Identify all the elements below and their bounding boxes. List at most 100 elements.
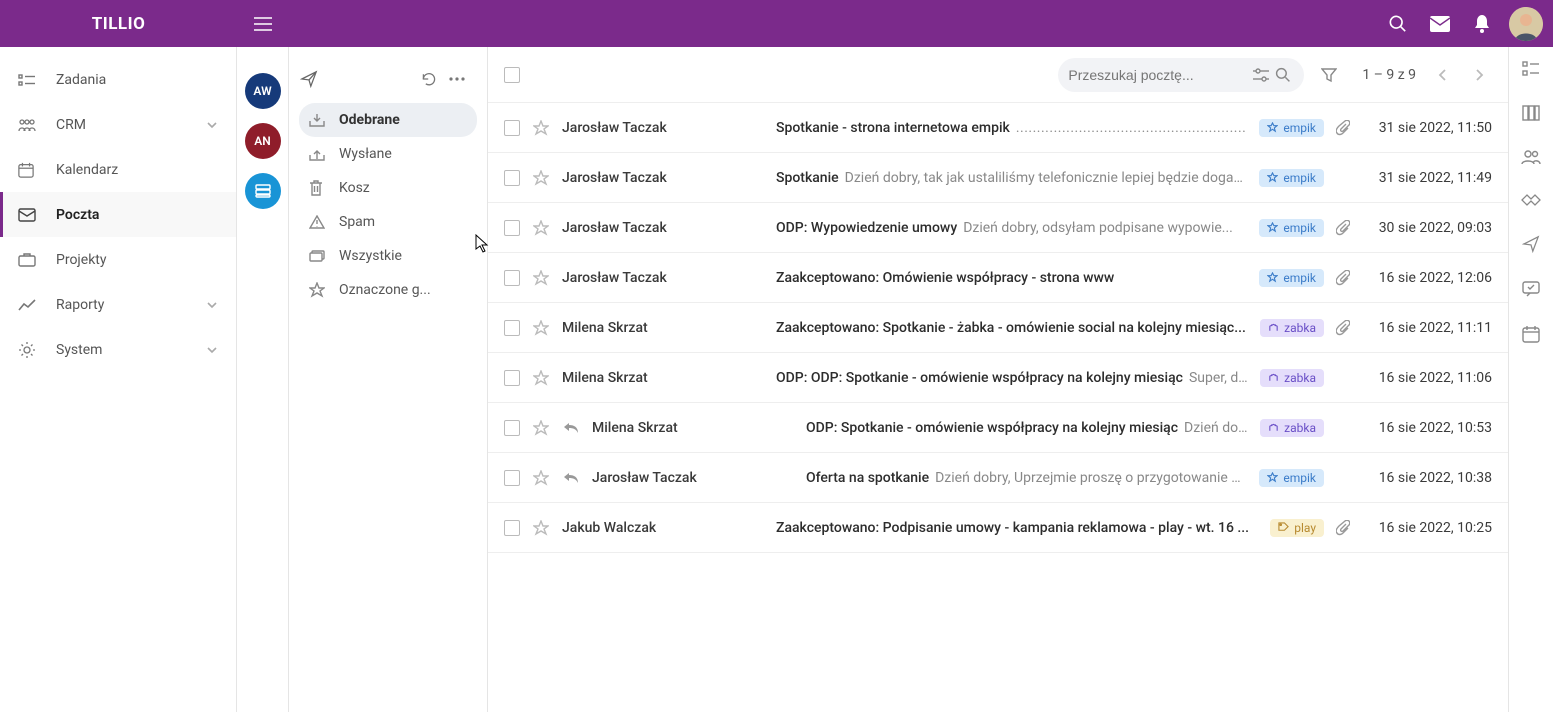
rail-contacts-button[interactable] [1521, 149, 1541, 165]
user-avatar[interactable] [1509, 7, 1543, 41]
sidebar-item-kalendarz[interactable]: Kalendarz [0, 147, 236, 192]
star-button[interactable] [532, 120, 550, 136]
search-input[interactable] [1068, 67, 1250, 83]
star-button[interactable] [532, 320, 550, 336]
subject-area: Spotkanie - strona internetowa empik ...… [776, 120, 1247, 136]
mail-row[interactable]: Jarosław Taczak Oferta na spotkanie Dzie… [488, 453, 1508, 503]
sidebar-item-projekty[interactable]: Projekty [0, 237, 236, 282]
tag-icon [1268, 373, 1280, 383]
rail-column-button[interactable] [1522, 105, 1540, 121]
star-button[interactable] [532, 470, 550, 486]
menu-toggle-button[interactable] [237, 17, 289, 31]
select-checkbox[interactable] [504, 170, 520, 186]
sidebar-item-zadania[interactable]: Zadania [0, 57, 236, 102]
star-button[interactable] [532, 220, 550, 236]
company-tag: play [1270, 519, 1324, 537]
mail-date: 31 sie 2022, 11:50 [1366, 120, 1492, 136]
mail-subject: ODP: Spotkanie - omówienie współpracy na… [806, 420, 1178, 436]
compose-button[interactable] [289, 70, 329, 88]
mail-sender: Jakub Walczak [562, 520, 764, 536]
company-tag: empik [1259, 169, 1324, 187]
search-settings-button[interactable] [1250, 68, 1272, 82]
folder-item[interactable]: Spam [299, 205, 477, 239]
sidebar-item-poczta[interactable]: Poczta [0, 192, 236, 237]
tag-label: empik [1283, 171, 1316, 185]
rail-calendar-button[interactable] [1522, 325, 1540, 343]
mail-date: 31 sie 2022, 11:49 [1366, 170, 1492, 186]
mail-row[interactable]: Jarosław Taczak Zaakceptowano: Omówienie… [488, 253, 1508, 303]
folder-item[interactable]: Odebrane [299, 103, 477, 137]
mail-subject: Zaakceptowano: Omówienie współpracy - st… [776, 270, 1114, 286]
header-notifications-button[interactable] [1461, 14, 1503, 34]
company-tag: zabka [1260, 369, 1324, 387]
mail-row[interactable]: Milena Skrzat ODP: Spotkanie - omówienie… [488, 403, 1508, 453]
mail-row[interactable]: Milena Skrzat Zaakceptowano: Spotkanie -… [488, 303, 1508, 353]
reply-icon [562, 472, 580, 484]
account-avatar[interactable] [245, 173, 281, 209]
mail-row[interactable]: Jarosław Taczak Spotkanie Dzień dobry, t… [488, 153, 1508, 203]
all-icon [309, 250, 331, 262]
select-checkbox[interactable] [504, 370, 520, 386]
select-checkbox[interactable] [504, 270, 520, 286]
sidebar-item-system[interactable]: System [0, 327, 236, 372]
checklist-icon [1522, 61, 1540, 77]
tag-label: zabka [1284, 371, 1316, 385]
sidebar-item-label: Poczta [56, 207, 99, 223]
mail-date: 16 sie 2022, 12:06 [1366, 270, 1492, 286]
mail-toolbar: 1 – 9 z 9 [488, 47, 1508, 103]
mail-row[interactable]: Milena Skrzat ODP: ODP: Spotkanie - omów… [488, 353, 1508, 403]
folder-item[interactable]: Oznaczone g... [299, 273, 477, 307]
sidebar-item-crm[interactable]: CRM [0, 102, 236, 147]
header-search-button[interactable] [1377, 15, 1419, 33]
subject-area: Spotkanie Dzień dobry, tak jak ustaliliś… [776, 170, 1247, 186]
mail-preview: Dzień dobry, ten ... [1184, 420, 1248, 436]
more-actions-button[interactable] [443, 77, 471, 81]
mail-row[interactable]: Jarosław Taczak ODP: Wypowiedzenie umowy… [488, 203, 1508, 253]
select-checkbox[interactable] [504, 320, 520, 336]
mail-subject: ODP: Wypowiedzenie umowy [776, 220, 957, 236]
rail-deals-button[interactable] [1521, 193, 1541, 207]
chevron-down-icon [206, 346, 218, 354]
select-checkbox[interactable] [504, 520, 520, 536]
search-submit-button[interactable] [1272, 67, 1294, 83]
account-avatar[interactable]: AW [245, 73, 281, 109]
sidebar-item-raporty[interactable]: Raporty [0, 282, 236, 327]
select-checkbox[interactable] [504, 120, 520, 136]
paper-plane-icon [300, 70, 318, 88]
pager-prev-button[interactable] [1430, 68, 1456, 82]
star-button[interactable] [532, 170, 550, 186]
select-checkbox[interactable] [504, 220, 520, 236]
company-tag: empik [1259, 119, 1324, 137]
rail-send-button[interactable] [1522, 235, 1540, 253]
rail-tasks-button[interactable] [1522, 61, 1540, 77]
mail-row[interactable]: Jakub Walczak Zaakceptowano: Podpisanie … [488, 503, 1508, 553]
mail-date: 16 sie 2022, 11:06 [1366, 370, 1492, 386]
subject-area: Zaakceptowano: Omówienie współpracy - st… [776, 270, 1247, 286]
mail-sender: Jarosław Taczak [592, 470, 794, 486]
pager-next-button[interactable] [1466, 68, 1492, 82]
select-checkbox[interactable] [504, 470, 520, 486]
company-tag: zabka [1260, 319, 1324, 337]
mail-sender: Jarosław Taczak [562, 170, 764, 186]
refresh-button[interactable] [415, 71, 443, 87]
rail-chat-button[interactable] [1522, 281, 1540, 297]
header-messages-button[interactable] [1419, 16, 1461, 32]
folder-item[interactable]: Wysłane [299, 137, 477, 171]
account-avatar[interactable]: AN [245, 123, 281, 159]
select-checkbox[interactable] [504, 420, 520, 436]
reports-icon [18, 298, 42, 312]
select-all-checkbox[interactable] [504, 67, 520, 83]
folder-item[interactable]: Kosz [299, 171, 477, 205]
tag-icon [1268, 423, 1280, 433]
star-button[interactable] [532, 420, 550, 436]
mail-subject: Spotkanie [776, 170, 839, 186]
calendar-icon [18, 162, 42, 178]
star-button[interactable] [532, 270, 550, 286]
star-button[interactable] [532, 370, 550, 386]
filter-button[interactable] [1314, 67, 1344, 83]
sidebar-item-label: Raporty [56, 297, 104, 313]
sidebar-item-label: Zadania [56, 72, 106, 88]
star-button[interactable] [532, 520, 550, 536]
mail-row[interactable]: Jarosław Taczak Spotkanie - strona inter… [488, 103, 1508, 153]
folder-item[interactable]: Wszystkie [299, 239, 477, 273]
